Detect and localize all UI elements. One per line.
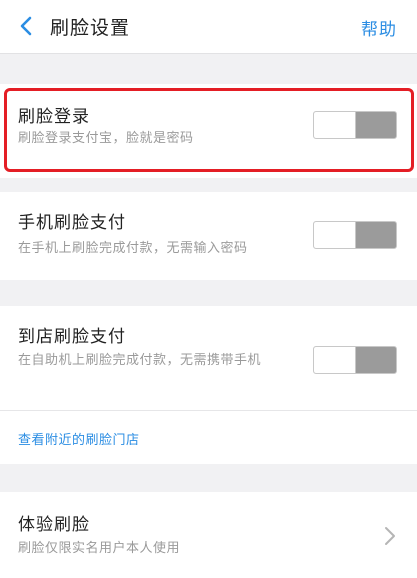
nearby-stores-link[interactable]: 查看附近的刷脸门店: [18, 429, 140, 448]
setting-subtitle: 刷脸仅限实名用户本人使用: [18, 541, 181, 556]
setting-subtitle: 在手机上刷脸完成付款，无需输入密码: [18, 241, 248, 256]
toggle-knob: [314, 347, 356, 373]
page-title: 刷脸设置: [50, 17, 131, 39]
phone-face-pay-toggle[interactable]: [313, 221, 397, 249]
setting-title: 到店刷脸支付: [18, 327, 126, 347]
highlight-box: [4, 88, 414, 172]
back-button[interactable]: [12, 12, 40, 40]
divider: [0, 410, 417, 411]
setting-title: 手机刷脸支付: [18, 213, 126, 233]
nav-bar: 刷脸设置 帮助: [0, 0, 417, 54]
chevron-right-icon: [385, 527, 395, 545]
setting-title: 体验刷脸: [18, 515, 90, 535]
help-link[interactable]: 帮助: [361, 15, 397, 40]
setting-store-face-pay: 到店刷脸支付 在自助机上刷脸完成付款，无需携带手机 查看附近的刷脸门店: [0, 306, 417, 464]
toggle-knob: [314, 222, 356, 248]
setting-phone-face-pay: 手机刷脸支付 在手机上刷脸完成付款，无需输入密码: [0, 192, 417, 280]
setting-subtitle: 在自助机上刷脸完成付款，无需携带手机: [18, 353, 262, 368]
store-face-pay-toggle[interactable]: [313, 346, 397, 374]
setting-try-face[interactable]: 体验刷脸 刷脸仅限实名用户本人使用: [0, 492, 417, 578]
chevron-left-icon: [20, 16, 32, 36]
